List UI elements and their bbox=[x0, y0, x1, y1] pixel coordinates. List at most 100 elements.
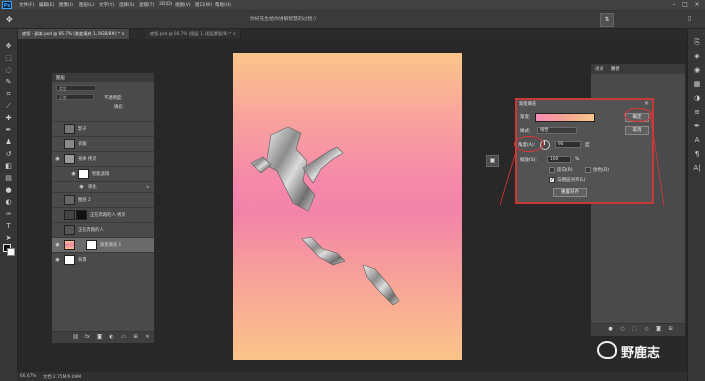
marquee-icon[interactable]: ⬚ bbox=[2, 53, 15, 64]
options-menu-icon[interactable]: ▯ bbox=[688, 15, 691, 22]
paragraph-icon[interactable]: ¶ bbox=[691, 149, 703, 160]
maximize-icon[interactable]: □ bbox=[681, 1, 689, 9]
tab-channels[interactable]: 通道 bbox=[595, 66, 604, 72]
add-mask-icon[interactable]: ◙ bbox=[655, 326, 662, 333]
blend-mode-select[interactable]: 正常 bbox=[56, 94, 94, 100]
menu-3d[interactable]: 3D(D) bbox=[159, 2, 172, 7]
link-layers-icon[interactable]: ⛓ bbox=[72, 334, 79, 341]
history-brush-icon[interactable]: ↺ bbox=[2, 149, 15, 160]
tools-panel: ✥ ⬚ ◌ ✎ ⌗ ⟋ ✚ ✒ ♟ ↺ ◧ ▤ ● ◐ ✑ T ➤ bbox=[0, 29, 18, 381]
type-icon[interactable]: T bbox=[2, 221, 15, 232]
make-workpath-icon[interactable]: ◇ bbox=[643, 326, 650, 333]
stroke-path-icon[interactable]: ○ bbox=[619, 326, 626, 333]
close-icon[interactable]: × bbox=[693, 1, 701, 9]
layer-row[interactable]: ◉ 液化 ≒ bbox=[52, 181, 154, 192]
wechat-icon bbox=[597, 341, 617, 359]
angle-input[interactable]: 90 bbox=[555, 141, 581, 148]
trash-icon[interactable]: ✕ bbox=[144, 334, 151, 341]
tab-document-base[interactable]: 底版.psd @ 66.7% (图层 1, 图层蒙版/8) * × bbox=[146, 29, 242, 39]
eye-icon[interactable]: ◉ bbox=[54, 242, 61, 248]
eye-icon[interactable]: ◉ bbox=[70, 171, 77, 177]
layers-title: 图层 bbox=[56, 76, 65, 81]
new-layer-icon[interactable]: ⊞ bbox=[132, 334, 139, 341]
menu-file[interactable]: 文件(F) bbox=[19, 2, 34, 8]
style-select[interactable]: 线性 bbox=[537, 127, 577, 134]
eraser-icon[interactable]: ◧ bbox=[2, 161, 15, 172]
menu-window[interactable]: 窗口(W) bbox=[195, 2, 212, 8]
load-selection-icon[interactable]: ⬚ bbox=[631, 326, 638, 333]
layer-row[interactable]: 正在奔跑的人 bbox=[52, 222, 154, 237]
quick-select-icon[interactable]: ✎ bbox=[2, 77, 15, 88]
menu-image[interactable]: 图像(I) bbox=[59, 2, 73, 8]
eye-icon[interactable]: ◉ bbox=[54, 257, 61, 263]
menu-view[interactable]: 视图(V) bbox=[175, 2, 191, 8]
layer-row[interactable]: 正在奔跑的人 拷贝 bbox=[52, 207, 154, 222]
healing-brush-icon[interactable]: ✚ bbox=[2, 113, 15, 124]
document-size: 文档:2.75M/9.09M bbox=[43, 375, 82, 380]
clone-stamp-icon[interactable]: ♟ bbox=[2, 137, 15, 148]
brush-icon[interactable]: ✒ bbox=[2, 125, 15, 136]
zoom-level[interactable]: 66.67% bbox=[20, 374, 36, 379]
eye-icon[interactable]: ◉ bbox=[78, 184, 85, 190]
dither-checkbox[interactable] bbox=[585, 167, 591, 173]
document-canvas[interactable] bbox=[233, 53, 462, 360]
adjustments-icon[interactable]: ◑ bbox=[691, 93, 703, 104]
minimize-icon[interactable]: – bbox=[670, 1, 678, 9]
menu-bar: Ps 文件(F) 编辑(E) 图像(I) 图层(L) 文字(Y) 选择(S) 滤… bbox=[0, 0, 705, 11]
new-path-icon[interactable]: ⊞ bbox=[667, 326, 674, 333]
fill-path-icon[interactable]: ● bbox=[607, 326, 614, 333]
character-icon[interactable]: A bbox=[691, 135, 703, 146]
adjustment-layer-icon[interactable]: ◐ bbox=[108, 334, 115, 341]
add-mask-icon[interactable]: ◙ bbox=[96, 334, 103, 341]
gradient-icon[interactable]: ▤ bbox=[2, 173, 15, 184]
tab-paths[interactable]: 路径 bbox=[611, 66, 620, 72]
fx-icon[interactable]: fx bbox=[84, 334, 91, 341]
floating-panel-icon[interactable]: ▣ bbox=[486, 155, 499, 167]
pen-icon[interactable]: ✑ bbox=[2, 209, 15, 220]
menu-help[interactable]: 帮助(H) bbox=[215, 2, 231, 8]
layer-name: 背景 bbox=[78, 258, 87, 263]
menu-select[interactable]: 选择(S) bbox=[119, 2, 134, 8]
styles-icon[interactable]: ≡ bbox=[691, 107, 703, 118]
menu-layer[interactable]: 图层(L) bbox=[79, 2, 94, 8]
menu-filter[interactable]: 滤镜(T) bbox=[139, 2, 154, 8]
filter-options-icon[interactable]: ≒ bbox=[146, 184, 150, 189]
menu-type[interactable]: 文字(Y) bbox=[99, 2, 114, 8]
history-icon[interactable]: ⎘ bbox=[691, 37, 703, 48]
glyphs-icon[interactable]: A| bbox=[691, 163, 703, 174]
layers-panel-header: 图层 bbox=[52, 73, 154, 82]
lasso-icon[interactable]: ◌ bbox=[2, 65, 15, 76]
3d-mode-icon[interactable]: ⇅ bbox=[600, 13, 614, 27]
layer-row[interactable]: 影子 bbox=[52, 121, 154, 136]
color-icon[interactable]: ◉ bbox=[691, 65, 703, 76]
brush-panel-icon[interactable]: ✒ bbox=[691, 121, 703, 132]
layer-row[interactable]: ◉ 身体 拷贝 bbox=[52, 151, 154, 166]
crop-icon[interactable]: ⌗ bbox=[2, 89, 15, 100]
layer-row[interactable]: 图层 2 bbox=[52, 192, 154, 207]
layer-row[interactable]: ◉ 背景 bbox=[52, 252, 154, 267]
eyedropper-icon[interactable]: ⟋ bbox=[2, 101, 15, 112]
blur-icon[interactable]: ● bbox=[2, 185, 15, 196]
tab-document-copy[interactable]: 底版 - 副本.psd @ 66.7% (渐变填充 1, RGB/8#) * × bbox=[18, 29, 130, 39]
layer-row[interactable]: ◉ 智能滤镜 bbox=[52, 166, 154, 181]
menu-edit[interactable]: 编辑(E) bbox=[39, 2, 54, 8]
path-select-icon[interactable]: ➤ bbox=[2, 233, 15, 244]
dodge-icon[interactable]: ◐ bbox=[2, 197, 15, 208]
move-tool-icon[interactable]: ✥ bbox=[6, 15, 16, 24]
swatches-icon[interactable]: ▦ bbox=[691, 79, 703, 90]
move-icon[interactable]: ✥ bbox=[2, 41, 15, 52]
cancel-button[interactable]: 取消 bbox=[625, 126, 649, 135]
reverse-checkbox[interactable] bbox=[549, 167, 555, 173]
eye-icon[interactable]: ◉ bbox=[54, 156, 61, 162]
scale-input[interactable]: 100 bbox=[547, 156, 571, 163]
new-group-icon[interactable]: ▭ bbox=[120, 334, 127, 341]
close-icon[interactable]: × bbox=[644, 100, 649, 107]
reset-alignment-button[interactable]: 重置对齐 bbox=[553, 188, 587, 197]
layer-row[interactable]: 衣服 bbox=[52, 136, 154, 151]
layer-row-selected[interactable]: ◉ 渐变填充 1 bbox=[52, 237, 154, 252]
background-color[interactable] bbox=[7, 248, 15, 256]
align-with-layer-checkbox[interactable]: ✓ bbox=[549, 177, 555, 183]
layer-kind-select[interactable]: 类型 bbox=[56, 85, 96, 91]
gradient-picker[interactable] bbox=[535, 113, 595, 122]
properties-icon[interactable]: ◈ bbox=[691, 51, 703, 62]
